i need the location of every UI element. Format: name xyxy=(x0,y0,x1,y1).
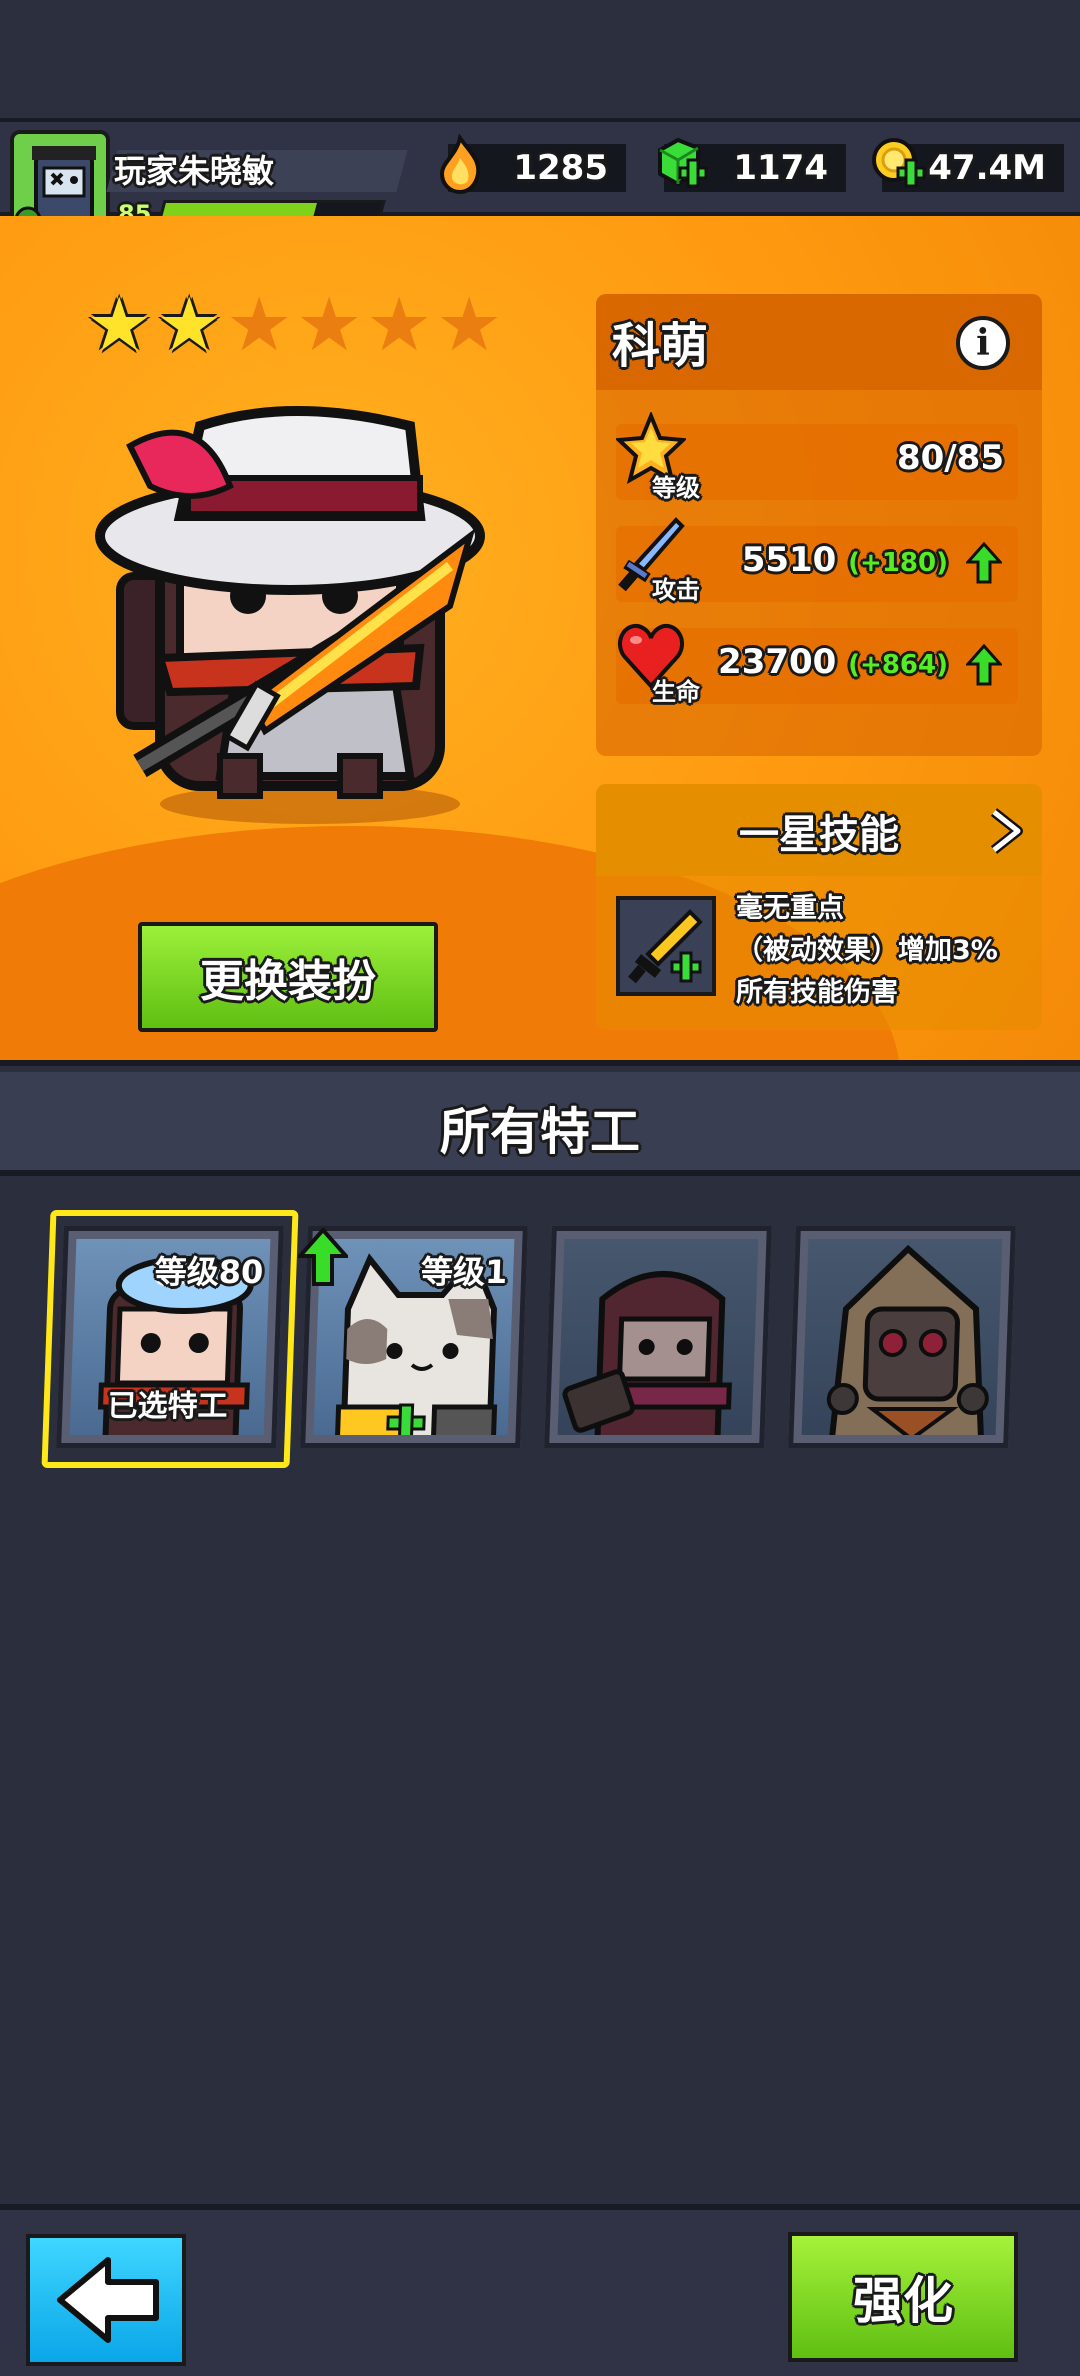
attack-value: 5510 xyxy=(741,540,837,580)
green-gem-add-icon[interactable] xyxy=(650,134,710,194)
stat-level-value: 80/85 xyxy=(896,438,1004,478)
gold-coin-add-icon[interactable] xyxy=(868,134,928,194)
top-bar: 玩家朱晓敏 85 1285 1174 47.4M xyxy=(0,118,1080,230)
agent-card-1-portrait: 等级80 已选特工 xyxy=(69,1239,271,1435)
skill-sword-icon xyxy=(616,896,716,996)
bottom-bar: 强化 xyxy=(0,2204,1080,2376)
back-arrow-icon xyxy=(57,2257,159,2343)
agent-card-2-upgrade-arrow-icon xyxy=(298,1228,348,1286)
skill-desc-line1: 毫无重点 xyxy=(736,893,844,924)
hero-info-header: 科萌 i xyxy=(596,294,1042,390)
upgrade-button[interactable]: 强化 xyxy=(788,2232,1018,2362)
stat-attack-label: 攻击 xyxy=(652,576,700,604)
agent-ninja-portrait-icon xyxy=(562,1271,732,1435)
star-icon: ★ xyxy=(86,282,153,368)
player-avatar[interactable] xyxy=(10,130,110,230)
agent-card-3[interactable] xyxy=(544,1226,772,1448)
agent-card-4-portrait xyxy=(801,1239,1003,1435)
star-icon: ★ xyxy=(156,282,223,368)
change-outfit-button[interactable]: 更换装扮 xyxy=(138,922,438,1032)
skill-desc-line2: （被动效果）增加3% xyxy=(736,935,998,966)
hp-up-arrow-icon xyxy=(966,644,1002,686)
agent-card-1[interactable]: 等级80 已选特工 xyxy=(56,1226,284,1448)
agent-card-1-status: 已选特工 xyxy=(106,1389,229,1424)
chevron-right-icon[interactable] xyxy=(988,808,1024,854)
agents-title: 所有特工 xyxy=(440,1103,640,1161)
stat-attack-value: 5510 (+180) xyxy=(742,540,948,580)
hero-info-card: 科萌 i 等级 80/85 攻击 5510 (+180) 生命 23700 (+… xyxy=(596,294,1042,756)
hero-name: 科萌 xyxy=(612,318,709,374)
player-name: 玩家朱晓敏 xyxy=(114,152,275,190)
attack-up-arrow-icon xyxy=(966,542,1002,584)
skill-desc-line3: 所有技能伤害 xyxy=(736,977,898,1008)
stat-hp-value: 23700 (+864) xyxy=(718,642,948,682)
attack-bonus: (+180) xyxy=(848,548,948,578)
currency-gold-value: 47.4M xyxy=(928,148,1046,188)
skill-description: 毫无重点 （被动效果）增加3% 所有技能伤害 xyxy=(736,888,998,1014)
hero-panel: ★ ★ ★ ★ ★ ★ 更换装扮 科萌 i 等级 80/85 攻击 5510 (… xyxy=(0,216,1080,1066)
fire-essence-icon xyxy=(439,134,481,194)
currency-gem-value: 1174 xyxy=(733,148,828,188)
stat-hp-label: 生命 xyxy=(652,678,700,706)
skill-title: 一星技能 xyxy=(739,812,899,858)
currency-fire-value: 1285 xyxy=(513,148,608,188)
hero-character-icon xyxy=(95,406,485,824)
stat-level-row: 等级 80/85 xyxy=(616,412,1018,502)
skill-card[interactable]: 一星技能 毫无重点 （被动效果）增加3% 所有技能伤害 xyxy=(596,784,1042,1030)
stat-hp-row: 生命 23700 (+864) xyxy=(616,623,1018,706)
star-icon: ★ xyxy=(226,282,293,368)
skill-header[interactable]: 一星技能 xyxy=(596,784,1042,876)
agent-card-4[interactable] xyxy=(788,1226,1016,1448)
star-icon: ★ xyxy=(436,282,503,368)
hp-value: 23700 xyxy=(718,642,837,682)
status-area xyxy=(0,0,1080,118)
agent-card-2-level: 等级1 xyxy=(420,1253,508,1291)
agents-header: 所有特工 xyxy=(0,1072,1080,1176)
info-icon[interactable]: i xyxy=(956,316,1010,370)
agent-card-1-level: 等级80 xyxy=(154,1253,264,1291)
stat-attack-row: 攻击 5510 (+180) xyxy=(616,517,1018,604)
star-icon: ★ xyxy=(296,282,363,368)
hp-bonus: (+864) xyxy=(848,650,948,680)
agent-masked-portrait-icon xyxy=(826,1244,989,1435)
stat-level-label: 等级 xyxy=(652,474,700,502)
back-button[interactable] xyxy=(26,2234,186,2366)
star-icon: ★ xyxy=(366,282,433,368)
agent-card-3-portrait xyxy=(557,1239,759,1435)
